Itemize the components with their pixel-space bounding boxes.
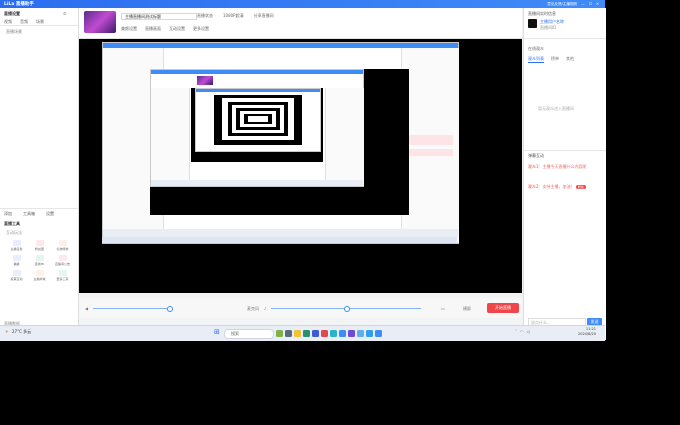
empty-text: 暂无观众进入直播间	[538, 106, 574, 111]
minimize-icon[interactable]: —	[581, 2, 585, 7]
tools-title: 直播工具	[4, 221, 20, 226]
app-icon[interactable]	[348, 330, 355, 337]
tool-item[interactable]: 直播间公告	[51, 255, 74, 266]
speaker-icon[interactable]: ◀	[85, 306, 88, 311]
status-item[interactable]: 直播状态	[197, 13, 213, 19]
toolbox-button[interactable]: 工具箱	[23, 211, 35, 217]
mic-knob[interactable]	[344, 306, 350, 312]
date-text: 2024/6/20	[578, 331, 596, 336]
weather-text[interactable]: 27°C 多云	[12, 329, 31, 335]
app-icon[interactable]	[357, 330, 364, 337]
chat-message: 观众1：主播今天直播什么内容呢	[528, 164, 587, 169]
title-bar: LiLa 直播助手 意见反馈/主播规则 — ☐ ✕	[0, 0, 605, 8]
avatar[interactable]	[528, 19, 537, 28]
maximize-icon[interactable]: ☐	[589, 2, 592, 7]
volume-icon[interactable]: ◁	[527, 329, 530, 334]
live-app-icon[interactable]	[366, 330, 373, 337]
fan-badge: 粉丝	[575, 185, 586, 189]
folder-icon[interactable]	[294, 330, 301, 337]
live-app-icon[interactable]	[375, 330, 382, 337]
app-icon[interactable]	[303, 330, 310, 337]
windows-taskbar: ☀ 27°C 多云 ⊞ 搜索 ˄ ◠ ◁ 11:21 2024/6/20	[0, 325, 605, 341]
volume-label: 麦克风	[247, 306, 259, 311]
app-icon[interactable]	[321, 330, 328, 337]
tool-item[interactable]: 主播商城	[28, 270, 51, 281]
add-source-button[interactable]: 添加	[4, 211, 12, 217]
tool-item[interactable]: 福袋	[5, 255, 28, 266]
app-icon[interactable]	[312, 330, 319, 337]
start-live-button[interactable]: 开始直播	[487, 303, 519, 313]
app-icon[interactable]	[285, 330, 292, 337]
stream-header: 主播直播间测试标题 直播状态 1080P超清 分享直播间 美颜设置 直播画面 互…	[79, 8, 522, 39]
start-icon[interactable]: ⊞	[214, 329, 221, 336]
mode-label[interactable]: 横屏	[463, 306, 471, 312]
captured-screen	[102, 42, 459, 244]
preview-stage[interactable]	[79, 39, 522, 293]
weather-icon[interactable]: ☀	[5, 329, 9, 334]
right-header: 直播间实时信息	[528, 11, 556, 16]
close-icon[interactable]: ✕	[596, 2, 599, 7]
mic-icon[interactable]: ♪	[264, 306, 267, 311]
screen-icon[interactable]: ▭	[441, 306, 445, 311]
beauty-item[interactable]: 美颜设置	[121, 26, 137, 32]
control-bar: ◀ 麦克风 ♪ ▭ 横屏 开始直播	[79, 298, 522, 318]
app-icon[interactable]	[339, 330, 346, 337]
interact-item[interactable]: 互动设置	[169, 26, 185, 32]
chevron-up-icon[interactable]: ˄	[515, 329, 517, 334]
tab-rank[interactable]: 榜单	[551, 56, 559, 63]
tool-item[interactable]: 投票互动	[5, 270, 28, 281]
section-title: 直播设置	[4, 11, 20, 16]
picture-item[interactable]: 直播画面	[145, 26, 161, 32]
chat-header: 弹幕互动	[528, 153, 544, 158]
source-settings-button[interactable]: 设置	[46, 211, 54, 217]
wifi-icon[interactable]: ◠	[520, 329, 524, 334]
more-item[interactable]: 更多设置	[193, 26, 209, 32]
chat-message: 观众2：支持主播，加油！ 粉丝	[528, 184, 586, 189]
clock[interactable]: 11:21 2024/6/20	[578, 327, 596, 336]
tools-subtitle: 互动玩法	[6, 230, 22, 235]
window-controls: 意见反馈/主播规则 — ☐ ✕	[547, 2, 599, 7]
tab-audience[interactable]: 观众列表	[528, 56, 544, 63]
tool-item[interactable]: 粉丝团	[28, 240, 51, 251]
tool-item[interactable]: 更多工具	[51, 270, 74, 281]
volume-slider[interactable]	[93, 308, 173, 309]
app-brand: LiLa 直播助手	[4, 2, 34, 7]
tool-item[interactable]: 礼物特效	[51, 240, 74, 251]
user-sub: 直播间ID	[540, 25, 557, 30]
tool-item[interactable]: 主播任务	[5, 240, 28, 251]
right-panel: 直播间实时信息 主播用户名称 直播间ID 在线观众 观众列表 榜单 其他 暂无观…	[523, 8, 606, 340]
feedback-link[interactable]: 意见反馈/主播规则	[547, 2, 577, 7]
tool-item[interactable]: 连线PK	[28, 255, 51, 266]
volume-knob[interactable]	[167, 306, 173, 312]
left-panel: 直播设置 ⚙ 视频 音频 场景 直播场景 添加 工具箱 设置 直播工具 互动玩法…	[0, 8, 79, 340]
stream-cover[interactable]	[84, 11, 116, 33]
settings-icon[interactable]: ⚙	[63, 11, 67, 16]
app-icon[interactable]	[276, 330, 283, 337]
share-item[interactable]: 分享直播间	[254, 13, 274, 19]
browser-icon[interactable]	[330, 330, 337, 337]
stream-title-input[interactable]: 主播直播间测试标题	[121, 13, 197, 20]
taskbar-search[interactable]: 搜索	[224, 329, 274, 339]
scene-label[interactable]: 直播场景	[6, 29, 22, 35]
quality-item[interactable]: 1080P超清	[223, 13, 244, 19]
stats-label: 在线观众	[528, 46, 544, 51]
tab-other[interactable]: 其他	[566, 56, 574, 63]
